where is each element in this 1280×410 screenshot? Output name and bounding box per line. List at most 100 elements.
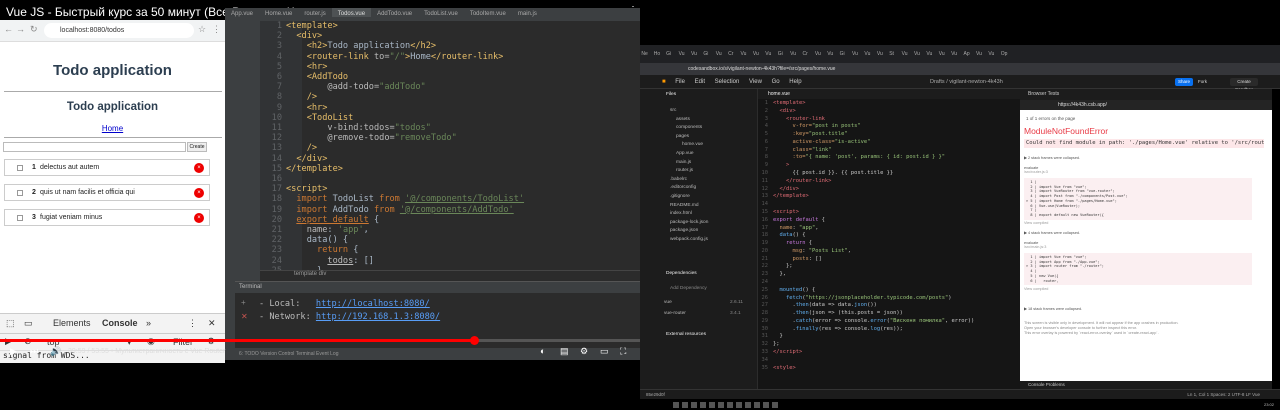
code-line[interactable]: 30 .finally(res => console.log(res)); [758, 326, 974, 334]
code-line[interactable]: 1 <template> [758, 100, 974, 108]
code-line[interactable]: 32}; [758, 341, 974, 349]
code-line[interactable]: 28 .then(json => (this.posts = json)) [758, 310, 974, 318]
code-line[interactable]: 24 todos: [] [260, 256, 640, 266]
code-line[interactable]: 19 import AddTodo from '@/components/Add… [260, 205, 640, 215]
code-line[interactable]: 14 [758, 201, 974, 209]
view-compiled-link[interactable]: View compiled [1024, 287, 1048, 292]
collapsed-frames[interactable]: ▶ 18 stack frames were collapsed. [1024, 307, 1082, 312]
device-icon[interactable]: ▭ [24, 318, 33, 329]
code-line[interactable]: 25 mounted() { [758, 287, 974, 295]
csb-editor[interactable]: home.vue 1 <template> 2 <div> 3 <router-lin… [758, 89, 1020, 399]
chrome-tab[interactable]: St [889, 51, 900, 57]
app-icon[interactable] [682, 401, 688, 408]
file-item[interactable]: webpack.config.js [670, 237, 708, 242]
settings-icon[interactable]: ⚙ [580, 346, 588, 357]
todo-checkbox[interactable] [17, 165, 23, 171]
subtitles-icon[interactable]: ▤ [560, 346, 569, 357]
chrome-tab[interactable]: Vu [926, 51, 937, 57]
home-link[interactable]: Home [0, 124, 225, 133]
add-dependency-input[interactable]: Add Dependency [670, 286, 707, 291]
app-icon[interactable] [745, 401, 751, 408]
file-item[interactable]: pages [676, 134, 689, 139]
code-line[interactable]: 17 <script> [260, 184, 640, 194]
code-line[interactable]: 1 <template> [260, 21, 640, 31]
chrome-tab[interactable]: Ap [964, 51, 975, 57]
file-item[interactable]: src [670, 108, 676, 113]
preview-tab-label[interactable]: Browser Tests [1020, 91, 1059, 97]
file-item[interactable]: main.js [676, 160, 691, 165]
terminal-link[interactable]: http://localhost:8080/ [316, 299, 430, 309]
file-item[interactable]: home.vue [682, 142, 703, 147]
dependency-name[interactable]: vue [664, 300, 672, 305]
code-line[interactable]: 17 name: "app", [758, 225, 974, 233]
todo-item[interactable]: 2 quis ut nam facilis et officia qui × [4, 184, 210, 201]
ide-tab[interactable]: AddTodo.vue [371, 8, 418, 17]
code-line[interactable]: 22 }; [758, 263, 974, 271]
dependency-name[interactable]: vue-router [664, 311, 686, 316]
forward-icon[interactable]: → [16, 24, 25, 34]
app-icon[interactable] [772, 401, 778, 408]
ide-tab[interactable]: router.js [298, 8, 331, 17]
frame-path[interactable]: /src/router.js:3 [1024, 170, 1048, 175]
chrome-tab[interactable]: Vu [765, 51, 776, 57]
chrome-tab[interactable]: Vu [902, 51, 913, 57]
ide-tab[interactable]: main.js [512, 8, 543, 17]
code-line[interactable]: 26 fetch("https://jsonplaceholder.typico… [758, 295, 974, 303]
chrome-tab[interactable]: Vu [864, 51, 875, 57]
code-line[interactable]: 7 @add-todo="addTodo" [260, 82, 640, 92]
file-item[interactable]: .gitignore [670, 194, 690, 199]
chrome-tab[interactable]: Vu [877, 51, 888, 57]
code-line[interactable]: 21 posts: [] [758, 256, 974, 264]
deps-header[interactable]: Dependencies [666, 271, 697, 276]
chrome-tab[interactable]: Op [1001, 51, 1012, 57]
volume-icon[interactable]: 🔊 [50, 346, 61, 357]
code-line[interactable]: 2 <div> [758, 108, 974, 116]
code-line[interactable]: 18 import TodoList from '@/components/To… [260, 194, 640, 204]
back-icon[interactable]: ← [4, 24, 13, 34]
app-icon[interactable] [700, 401, 706, 408]
create-button[interactable]: Create [187, 142, 207, 152]
menu-help[interactable]: Help [789, 79, 801, 85]
chrome-tab[interactable]: Vu [790, 51, 801, 57]
file-item[interactable]: .editorconfig [670, 185, 696, 190]
code-line[interactable]: 8 :to="{ name: 'post', params: { id: pos… [758, 154, 974, 162]
chrome-tab[interactable]: Vu [976, 51, 987, 57]
menu-view[interactable]: View [749, 79, 762, 85]
code-line[interactable]: 3 <router-link [758, 116, 974, 124]
app-icon[interactable] [673, 401, 679, 408]
code-line[interactable]: 15 <script> [758, 209, 974, 217]
delete-icon[interactable]: × [194, 188, 204, 198]
collapsed-frames[interactable]: ▶ 2 stack frames were collapsed. [1024, 156, 1080, 161]
menu-file[interactable]: File [675, 79, 685, 85]
tab-more[interactable]: » [146, 318, 151, 328]
close-icon[interactable]: ✕ [208, 318, 216, 329]
chrome-tab[interactable]: Gi [703, 51, 714, 57]
autoplay-icon[interactable]: ◐ [540, 346, 545, 356]
file-item[interactable]: router.js [676, 168, 693, 173]
play-icon[interactable]: ▶ [10, 346, 17, 357]
code-line[interactable]: 6 <AddTodo [260, 72, 640, 82]
code-line[interactable]: 33 </script> [758, 349, 974, 357]
file-item[interactable]: package.json [670, 228, 698, 233]
todo-checkbox[interactable] [17, 215, 23, 221]
chrome-tab[interactable]: Vu [815, 51, 826, 57]
chrome-tab[interactable]: Vu [741, 51, 752, 57]
codesandbox-logo-icon[interactable]: ■ [662, 79, 666, 85]
code-line[interactable]: 3 <h2>Todo application</h2> [260, 41, 640, 51]
chapter-text[interactable]: • Мультистраничность с Vue Router [111, 348, 226, 355]
app-icon[interactable] [727, 401, 733, 408]
code-line[interactable]: 27 .then(data => data.json()) [758, 302, 974, 310]
code-line[interactable]: 16 export default { [758, 217, 974, 225]
file-item[interactable]: package-lock.json [670, 220, 708, 225]
code-line[interactable]: 31 } [758, 333, 974, 341]
code-line[interactable]: 22 data() { [260, 235, 640, 245]
menu-edit[interactable]: Edit [695, 79, 705, 85]
file-item[interactable]: components [676, 125, 702, 130]
code-line[interactable]: 10 <TodoList [260, 113, 640, 123]
chrome-tab[interactable]: Cr [802, 51, 813, 57]
menu-selection[interactable]: Selection [715, 79, 740, 85]
code-line[interactable]: 35 <style> [758, 365, 974, 373]
code-line[interactable]: 15 </template> [260, 164, 640, 174]
code-line[interactable]: 23 }, [758, 271, 974, 279]
chrome-tab[interactable]: Ne [641, 51, 652, 57]
